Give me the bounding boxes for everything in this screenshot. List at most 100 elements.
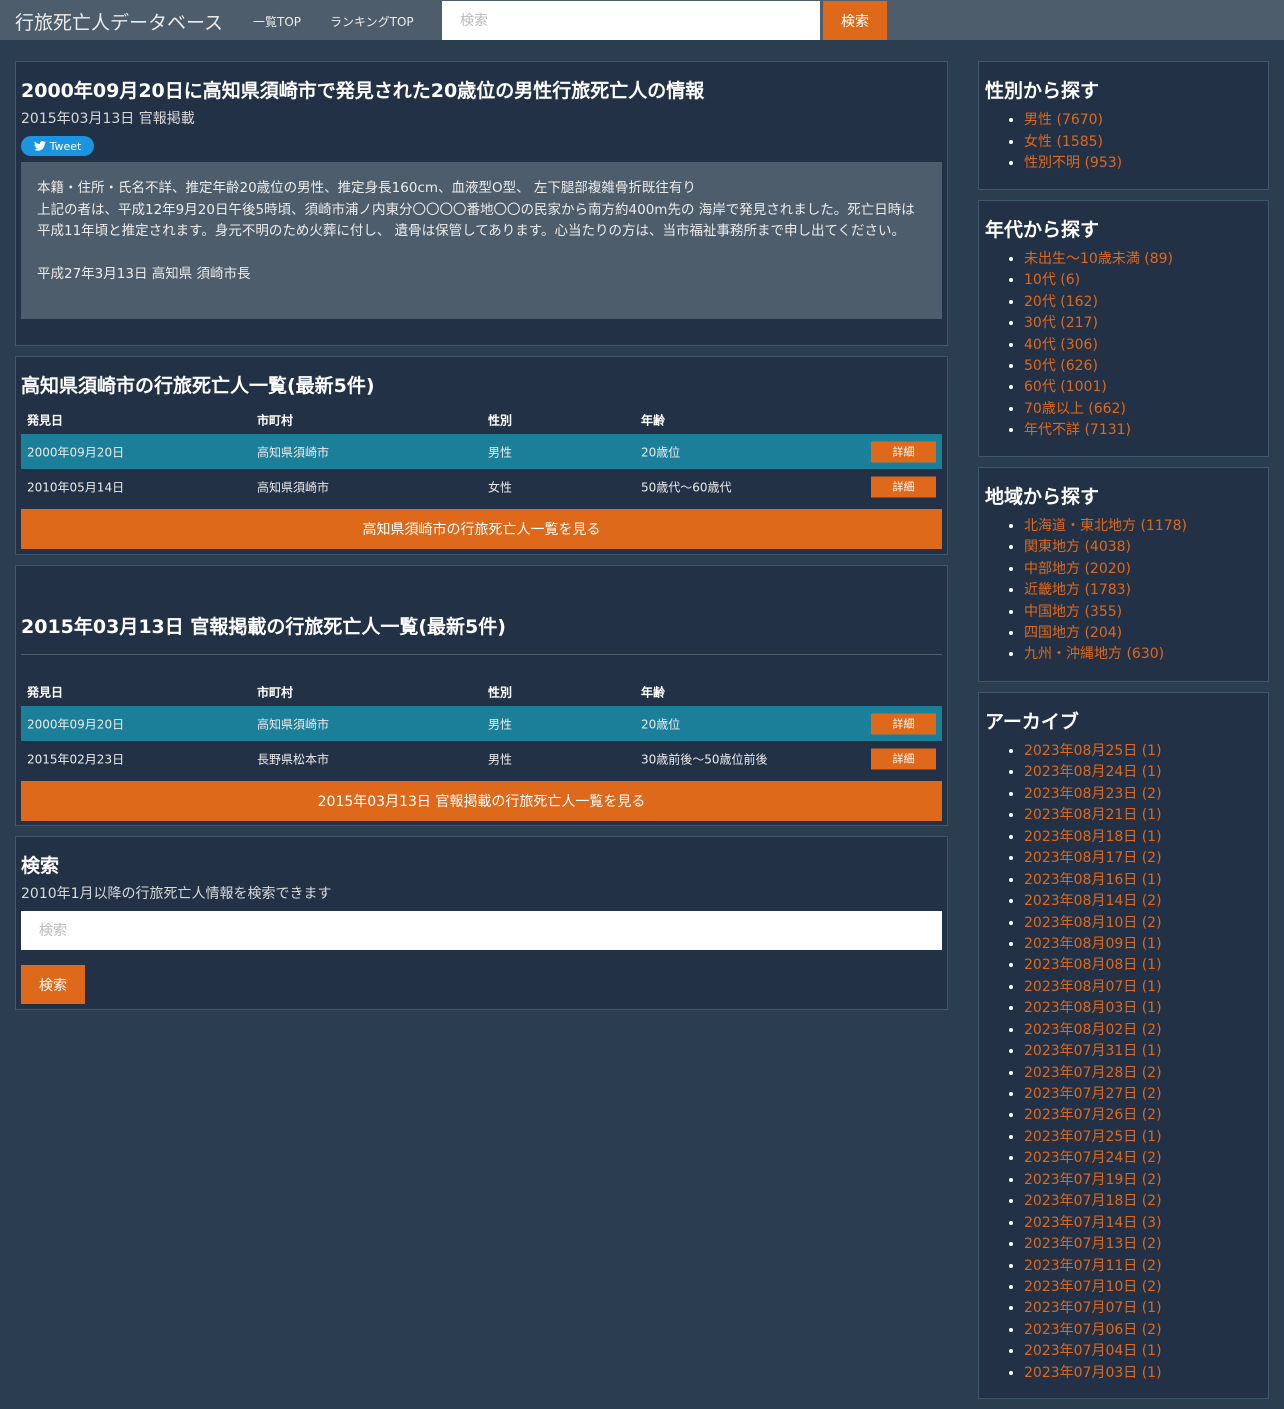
archive-item: 2023年07月31日 (1) — [1024, 1041, 1162, 1062]
age-item: 未出生〜10歳未満 (89) — [1024, 249, 1173, 270]
row-sex: 男性 — [488, 445, 513, 459]
notice-box: 本籍・住所・氏名不詳、推定年齢20歳位の男性、推定身長160cm、血液型O型、 … — [21, 162, 942, 319]
archive-link[interactable]: 2023年07月24日 (2) — [1024, 1150, 1162, 1166]
region-link[interactable]: 北海道・東北地方 (1178) — [1024, 518, 1187, 534]
region-link[interactable]: 中部地方 (2020) — [1024, 561, 1131, 577]
archive-item: 2023年07月14日 (3) — [1024, 1213, 1162, 1234]
archive-link[interactable]: 2023年07月07日 (1) — [1024, 1300, 1162, 1316]
search-button[interactable]: 検索 — [21, 965, 85, 1004]
age-item: 40代 (306) — [1024, 335, 1173, 356]
archive-link[interactable]: 2023年07月25日 (1) — [1024, 1129, 1162, 1145]
archive-item: 2023年08月23日 (2) — [1024, 784, 1162, 805]
archive-link[interactable]: 2023年08月21日 (1) — [1024, 807, 1162, 823]
archive-link[interactable]: 2023年07月28日 (2) — [1024, 1065, 1162, 1081]
age-link[interactable]: 30代 (217) — [1024, 315, 1098, 331]
archive-link[interactable]: 2023年07月06日 (2) — [1024, 1322, 1162, 1338]
detail-button[interactable]: 詳細 — [871, 748, 936, 769]
archive-item: 2023年07月04日 (1) — [1024, 1341, 1162, 1362]
row-city: 高知県須崎市 — [257, 445, 330, 459]
detail-button[interactable]: 詳細 — [871, 713, 936, 734]
archive-link[interactable]: 2023年07月11日 (2) — [1024, 1258, 1162, 1274]
archive-item: 2023年08月02日 (2) — [1024, 1020, 1162, 1041]
archive-link[interactable]: 2023年07月04日 (1) — [1024, 1343, 1162, 1359]
archive-link[interactable]: 2023年07月13日 (2) — [1024, 1236, 1162, 1252]
archive-link[interactable]: 2023年08月23日 (2) — [1024, 786, 1162, 802]
nav-link-list-top[interactable]: 一覧TOP — [253, 13, 301, 30]
archive-item: 2023年07月13日 (2) — [1024, 1234, 1162, 1255]
detail-button[interactable]: 詳細 — [871, 441, 936, 462]
archive-item: 2023年07月27日 (2) — [1024, 1084, 1162, 1105]
archive-link[interactable]: 2023年07月03日 (1) — [1024, 1365, 1162, 1381]
nav-link-ranking-top[interactable]: ランキングTOP — [330, 13, 414, 30]
archive-link[interactable]: 2023年08月02日 (2) — [1024, 1022, 1162, 1038]
archive-link[interactable]: 2023年07月27日 (2) — [1024, 1086, 1162, 1102]
archive-link[interactable]: 2023年08月10日 (2) — [1024, 915, 1162, 931]
archive-link[interactable]: 2023年08月24日 (1) — [1024, 764, 1162, 780]
archive-item: 2023年07月06日 (2) — [1024, 1320, 1162, 1341]
table-row: 2010年05月14日 高知県須崎市 女性 50歳代〜60歳代 詳細 — [21, 469, 942, 504]
archive-item: 2023年08月16日 (1) — [1024, 870, 1162, 891]
archive-link[interactable]: 2023年07月31日 (1) — [1024, 1043, 1162, 1059]
header-city: 市町村 — [257, 685, 294, 700]
gender-item: 女性 (1585) — [1024, 132, 1122, 154]
age-link[interactable]: 未出生〜10歳未満 (89) — [1024, 251, 1173, 267]
age-link[interactable]: 年代不詳 (7131) — [1024, 422, 1131, 438]
site-brand[interactable]: 行旅死亡人データベース — [15, 8, 223, 35]
archive-link[interactable]: 2023年08月25日 (1) — [1024, 743, 1162, 759]
article-title: 2000年09月20日に高知県須崎市で発見された20歳位の男性行旅死亡人の情報 — [21, 80, 705, 102]
detail-button[interactable]: 詳細 — [871, 476, 936, 497]
age-link[interactable]: 10代 (6) — [1024, 272, 1080, 288]
archive-link[interactable]: 2023年08月08日 (1) — [1024, 957, 1162, 973]
region-link[interactable]: 近畿地方 (1783) — [1024, 582, 1131, 598]
archive-link[interactable]: 2023年08月03日 (1) — [1024, 1000, 1162, 1016]
notice-signature: 平成27年3月13日 高知県 須崎市長 — [37, 265, 251, 282]
archive-link[interactable]: 2023年07月18日 (2) — [1024, 1193, 1162, 1209]
date-list-more-button[interactable]: 2015年03月13日 官報掲載の行旅死亡人一覧を見る — [21, 781, 942, 821]
navbar: 行旅死亡人データベース 一覧TOP ランキングTOP 検索 — [0, 0, 1284, 40]
age-link[interactable]: 40代 (306) — [1024, 337, 1098, 353]
row-city: 長野県松本市 — [257, 752, 330, 766]
archive-item: 2023年08月08日 (1) — [1024, 955, 1162, 976]
archive-link[interactable]: 2023年08月07日 (1) — [1024, 979, 1162, 995]
region-link[interactable]: 中国地方 (355) — [1024, 604, 1122, 620]
archive-link[interactable]: 2023年08月16日 (1) — [1024, 872, 1162, 888]
divider — [21, 654, 942, 655]
age-link[interactable]: 50代 (626) — [1024, 358, 1098, 374]
archive-item: 2023年08月17日 (2) — [1024, 848, 1162, 869]
gender-link[interactable]: 男性 (7670) — [1024, 112, 1103, 128]
nav-search-input[interactable] — [442, 1, 820, 40]
tweet-button[interactable]: Tweet — [21, 136, 94, 156]
notice-line: 上記の者は、平成12年9月20日午後5時頃、須崎市浦ノ内東分〇〇〇〇番地〇〇の民… — [37, 201, 915, 240]
region-link[interactable]: 関東地方 (4038) — [1024, 539, 1131, 555]
age-link[interactable]: 70歳以上 (662) — [1024, 401, 1126, 417]
article-panel: 2000年09月20日に高知県須崎市で発見された20歳位の男性行旅死亡人の情報 … — [15, 61, 948, 346]
archive-item: 2023年08月25日 (1) — [1024, 741, 1162, 762]
archive-link[interactable]: 2023年08月09日 (1) — [1024, 936, 1162, 952]
age-item: 20代 (162) — [1024, 292, 1173, 313]
city-list-panel: 高知県須崎市の行旅死亡人一覧(最新5件) 発見日 市町村 性別 年齢 2000年… — [15, 356, 948, 555]
city-list-title: 高知県須崎市の行旅死亡人一覧(最新5件) — [21, 375, 375, 397]
nav-search-button[interactable]: 検索 — [823, 1, 887, 40]
date-list-panel: 2015年03月13日 官報掲載の行旅死亡人一覧(最新5件) 発見日 市町村 性… — [15, 565, 948, 826]
gender-link[interactable]: 性別不明 (953) — [1024, 155, 1122, 171]
archive-link[interactable]: 2023年08月18日 (1) — [1024, 829, 1162, 845]
city-list-more-button[interactable]: 高知県須崎市の行旅死亡人一覧を見る — [21, 509, 942, 549]
archive-item: 2023年08月18日 (1) — [1024, 827, 1162, 848]
archive-link[interactable]: 2023年07月10日 (2) — [1024, 1279, 1162, 1295]
tweet-label: Tweet — [49, 139, 82, 153]
archive-link[interactable]: 2023年08月14日 (2) — [1024, 893, 1162, 909]
region-link[interactable]: 四国地方 (204) — [1024, 625, 1122, 641]
gender-link[interactable]: 女性 (1585) — [1024, 134, 1103, 150]
age-item: 30代 (217) — [1024, 313, 1173, 334]
archive-link[interactable]: 2023年08月17日 (2) — [1024, 850, 1162, 866]
sidebar-gender-panel: 性別から探す 男性 (7670) 女性 (1585) 性別不明 (953) — [978, 61, 1269, 190]
header-sex: 性別 — [488, 685, 513, 700]
search-input[interactable] — [21, 911, 942, 950]
row-age: 50歳代〜60歳代 — [641, 480, 732, 494]
region-link[interactable]: 九州・沖縄地方 (630) — [1024, 646, 1164, 662]
age-link[interactable]: 60代 (1001) — [1024, 379, 1107, 395]
archive-link[interactable]: 2023年07月26日 (2) — [1024, 1107, 1162, 1123]
archive-link[interactable]: 2023年07月14日 (3) — [1024, 1215, 1162, 1231]
age-link[interactable]: 20代 (162) — [1024, 294, 1098, 310]
archive-link[interactable]: 2023年07月19日 (2) — [1024, 1172, 1162, 1188]
